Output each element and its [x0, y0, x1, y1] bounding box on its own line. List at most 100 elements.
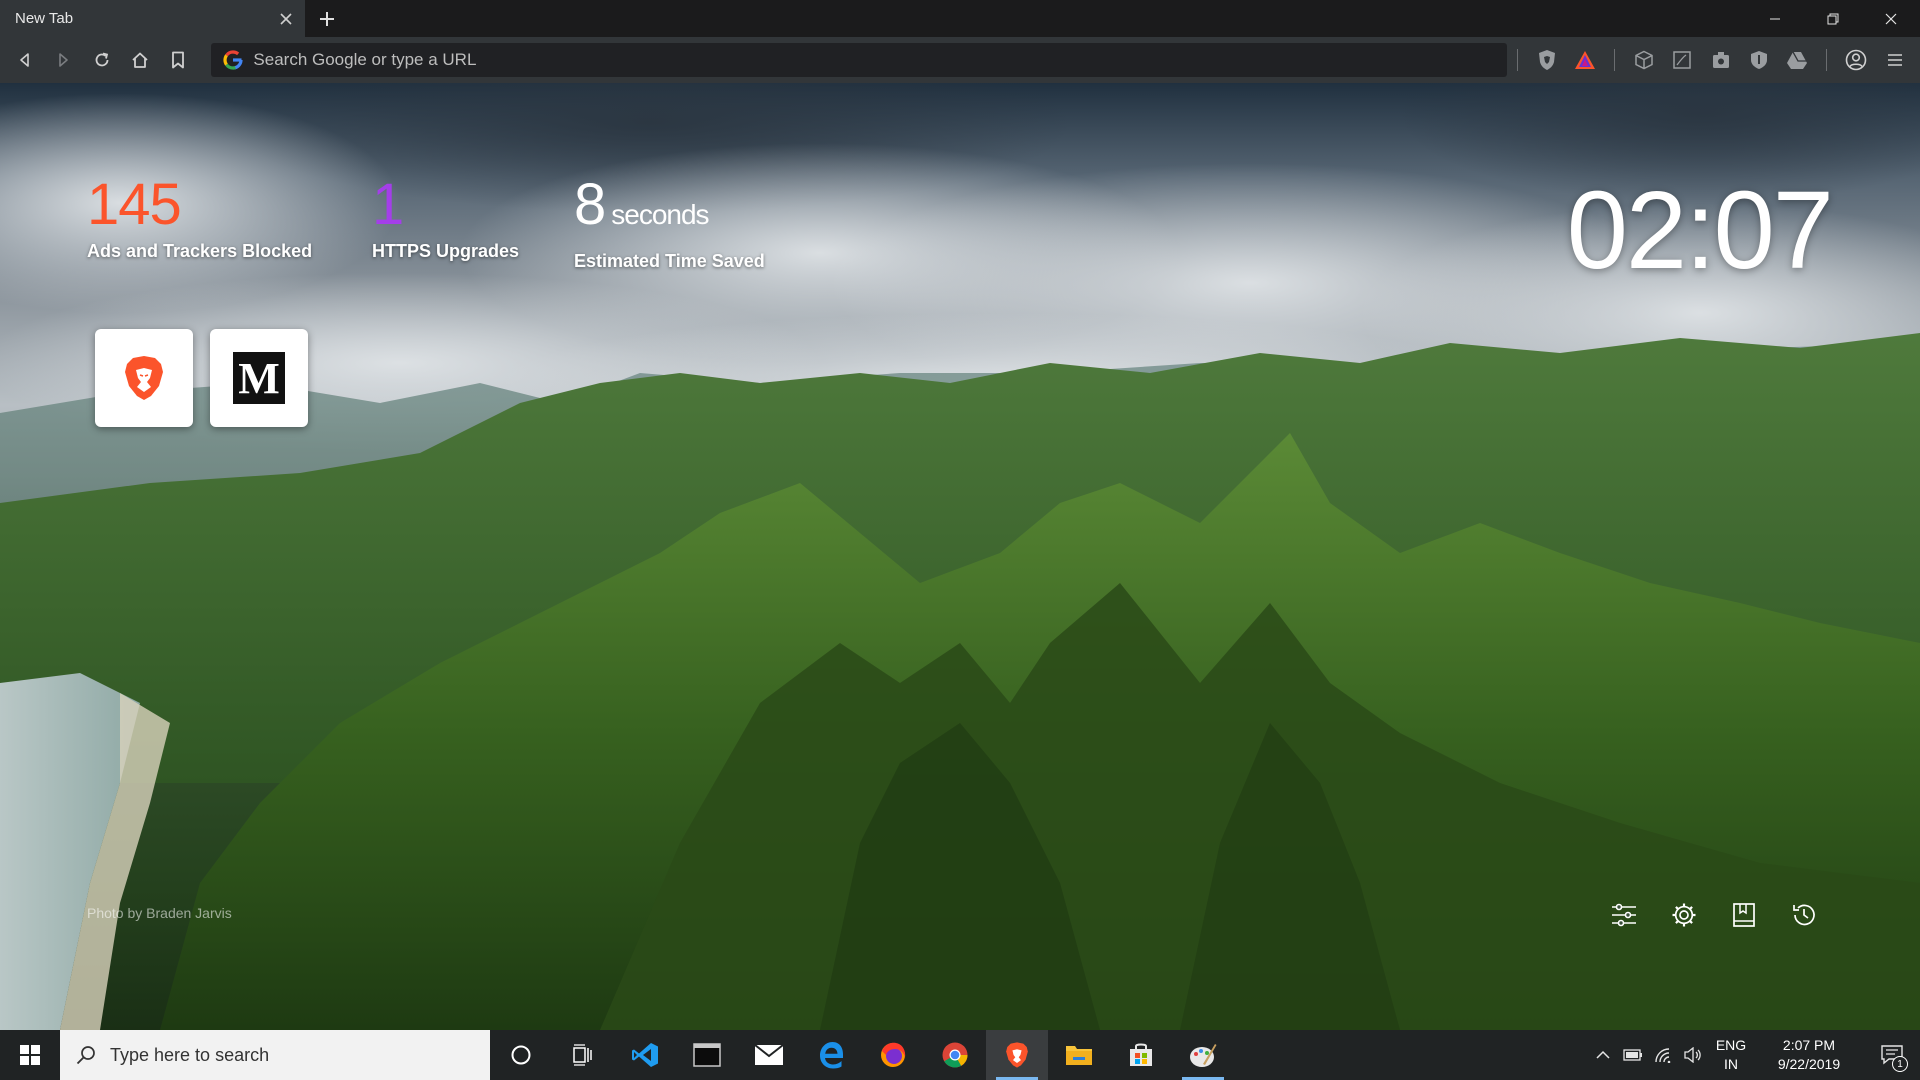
extension-pdf-button[interactable] [1663, 42, 1701, 78]
cube-icon [1635, 50, 1653, 70]
wifi-icon [1655, 1048, 1671, 1063]
stat-time-saved: 8 seconds Estimated Time Saved [574, 175, 765, 272]
chevron-up-icon [1596, 1050, 1610, 1059]
settings-button[interactable] [1664, 895, 1704, 935]
medium-logo-icon: M [233, 352, 285, 404]
taskbar-file-explorer[interactable] [1048, 1030, 1110, 1080]
windows-logo-icon [20, 1045, 40, 1065]
window-controls [1746, 0, 1920, 37]
tab-close-icon[interactable] [277, 10, 295, 28]
toolbar-separator [1516, 49, 1518, 71]
tray-language-region: IN [1724, 1056, 1738, 1072]
top-site-medium[interactable]: M [210, 329, 308, 427]
bookmark-button[interactable] [159, 42, 197, 78]
brave-shields-button[interactable] [1527, 42, 1565, 78]
history-button[interactable] [1784, 895, 1824, 935]
home-icon [132, 52, 148, 68]
restore-icon [1827, 13, 1839, 24]
top-site-brave[interactable] [95, 329, 193, 427]
profile-button[interactable] [1837, 42, 1875, 78]
address-bar-placeholder: Search Google or type a URL [253, 50, 477, 69]
drive-icon [1787, 51, 1808, 69]
tray-language[interactable]: ENG IN [1708, 1036, 1754, 1074]
tab-new-tab[interactable]: New Tab [0, 0, 305, 37]
vscode-icon [632, 1043, 658, 1067]
minimize-button[interactable] [1746, 0, 1804, 37]
brave-rewards-triangle-icon [1574, 51, 1595, 69]
tray-volume[interactable] [1678, 1030, 1708, 1080]
menu-button[interactable] [1876, 42, 1914, 78]
taskbar-chrome[interactable] [924, 1030, 986, 1080]
taskbar-terminal[interactable] [676, 1030, 738, 1080]
stat-https-upgrades: 1 HTTPS Upgrades [372, 175, 519, 262]
reload-icon [95, 52, 109, 67]
close-window-button[interactable] [1862, 0, 1920, 37]
brave-icon [1006, 1042, 1028, 1068]
search-icon [76, 1046, 95, 1065]
mail-icon [754, 1044, 784, 1065]
stat-https-value: 1 [372, 172, 404, 237]
store-icon [1130, 1043, 1152, 1066]
tray-language-code: ENG [1715, 1037, 1747, 1053]
forward-button[interactable] [44, 42, 82, 78]
back-button[interactable] [6, 42, 44, 78]
taskbar-brave[interactable] [986, 1030, 1048, 1080]
bookmarks-icon [1733, 903, 1755, 927]
taskbar-vscode[interactable] [614, 1030, 676, 1080]
bookmarks-button[interactable] [1724, 895, 1764, 935]
restore-button[interactable] [1804, 0, 1862, 37]
taskbar-paint[interactable] [1172, 1030, 1234, 1080]
extension-drive-button[interactable] [1778, 42, 1816, 78]
address-bar[interactable]: Search Google or type a URL [211, 43, 1507, 77]
reload-button[interactable] [83, 42, 121, 78]
tray-clock[interactable]: 2:07 PM 9/22/2019 [1754, 1036, 1864, 1074]
pdf-icon [1673, 51, 1692, 69]
new-tab-button[interactable] [305, 0, 349, 37]
stat-time-row: 8 seconds [574, 175, 765, 245]
taskbar-mail[interactable] [738, 1030, 800, 1080]
stat-ads-value: 145 [87, 172, 182, 237]
profile-icon [1846, 49, 1867, 71]
paint-icon [1190, 1044, 1217, 1067]
toolbar-separator [1826, 49, 1828, 71]
taskbar-search-box[interactable]: Type here to search [60, 1030, 490, 1080]
forward-arrow-icon [59, 53, 69, 67]
tray-wifi[interactable] [1648, 1030, 1678, 1080]
camera-icon [1712, 52, 1729, 68]
taskbar-edge[interactable] [800, 1030, 862, 1080]
google-icon [223, 50, 244, 70]
taskbar-cortana[interactable] [490, 1030, 552, 1080]
extension-shield-button[interactable] [1740, 42, 1778, 78]
taskbar-task-view[interactable] [552, 1030, 614, 1080]
close-icon [1885, 13, 1897, 24]
sliders-icon [1612, 903, 1636, 927]
tray-show-hidden-button[interactable] [1588, 1030, 1618, 1080]
history-clock-icon [1793, 904, 1815, 926]
stat-https-label: HTTPS Upgrades [372, 241, 520, 261]
chrome-icon [942, 1042, 968, 1068]
action-center-button[interactable]: 1 [1864, 1030, 1920, 1080]
extension-cube-button[interactable] [1625, 42, 1663, 78]
system-tray: ENG IN 2:07 PM 9/22/2019 1 [1588, 1030, 1920, 1080]
taskbar-firefox[interactable] [862, 1030, 924, 1080]
cortana-icon [511, 1045, 531, 1065]
new-tab-page: 145 Ads and Trackers Blocked 1 HTTPS Upg… [0, 83, 1920, 1030]
home-button[interactable] [121, 42, 159, 78]
firefox-icon [881, 1042, 906, 1067]
extension-camera-button[interactable] [1702, 42, 1740, 78]
tab-title: New Tab [15, 10, 74, 27]
file-explorer-icon [1066, 1046, 1092, 1065]
customize-button[interactable] [1604, 895, 1644, 935]
notification-count-badge: 1 [1892, 1056, 1908, 1072]
start-button[interactable] [0, 1030, 60, 1080]
taskbar-search-placeholder: Type here to search [110, 1044, 270, 1065]
taskbar-store[interactable] [1110, 1030, 1172, 1080]
tray-battery[interactable] [1618, 1030, 1648, 1080]
brave-rewards-button[interactable] [1566, 42, 1604, 78]
ntp-action-buttons [1604, 895, 1824, 935]
stat-time-unit: seconds [611, 199, 709, 230]
clock: 02:07 [1566, 169, 1834, 292]
browser-toolbar: Search Google or type a URL [0, 37, 1920, 83]
windows-taskbar: Type here to search ENG IN 2:07 PM 9/22/… [0, 1030, 1920, 1080]
bookmark-icon [172, 51, 185, 69]
